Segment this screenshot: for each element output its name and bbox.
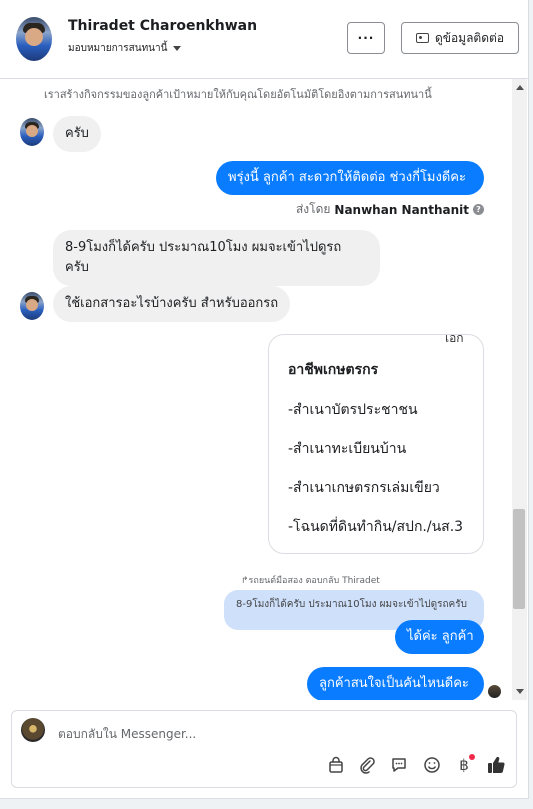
outgoing-message[interactable]: พรุ่งนี้ ลูกค้า สะดวกให้ติดต่อ ช่วงกี่โม… <box>216 161 484 195</box>
incoming-message[interactable]: ใช้เอกสารอะไรบ้างครับ สำหรับออกรถ <box>53 286 291 322</box>
contact-card-icon <box>415 33 429 43</box>
reply-composer: ฿ <box>11 710 517 788</box>
reply-arrow-icon: ↱ <box>241 576 249 586</box>
incoming-message[interactable]: 8-9โมงก็ได้ครับ ประมาณ10โมง ผมจะเข้าไปดู… <box>53 230 380 286</box>
baht-symbol: ฿ <box>459 756 469 774</box>
contact-avatar[interactable] <box>16 17 52 61</box>
incoming-message[interactable]: ครับ <box>53 116 101 152</box>
caret-down-icon <box>173 46 182 51</box>
reply-input[interactable] <box>56 723 480 745</box>
image-title: อาชีพเกษตรกร <box>288 362 379 378</box>
message-thread: เราสร้างกิจกรรมของลูกค้าเป้าหมายให้กับคุ… <box>0 79 512 700</box>
more-options-button[interactable]: ··· <box>347 22 385 54</box>
baht-icon[interactable]: ฿ <box>453 754 475 776</box>
image-line: -สำเนาบัตรประชาชน <box>288 402 418 418</box>
contact-name[interactable]: Thiradet Charoenkhwan <box>68 18 257 34</box>
sender-avatar[interactable] <box>20 292 44 320</box>
image-line: -สำเนาทะเบียนบ้าน <box>288 441 407 457</box>
scroll-up-arrow-icon[interactable] <box>516 85 524 90</box>
sent-by-info: ส่งโดย Nanwhan Nanthanit ? <box>296 200 484 219</box>
reply-context-note: ↱รถยนต์มือสอง ตอบกลับ Thiradet <box>241 576 380 586</box>
view-contact-info-button[interactable]: ดูข้อมูลติดต่อ <box>401 22 519 54</box>
seen-indicator-avatar <box>487 684 502 699</box>
image-attachment[interactable]: เอก อาชีพเกษตรกร -สำเนาบัตรประชาชน -สำเน… <box>268 334 484 554</box>
conversation-header: Thiradet Charoenkhwan มอบหมายการสนทนานี้… <box>0 0 528 79</box>
image-cut-text: เอก <box>445 334 464 345</box>
view-contact-info-label: ดูข้อมูลติดต่อ <box>434 30 505 45</box>
like-icon[interactable] <box>485 754 507 776</box>
outgoing-message[interactable]: ลูกค้าสนใจเป็นคันไหนดีคะ <box>307 667 484 700</box>
bag-icon[interactable] <box>325 754 347 776</box>
paperclip-icon[interactable] <box>356 754 378 776</box>
sent-by-prefix: ส่งโดย <box>295 202 331 216</box>
sender-avatar[interactable] <box>20 118 44 146</box>
image-line: -โฉนดที่ดินทำกิน/สปก./นส.3 <box>288 519 464 535</box>
conversation-panel: Thiradet Charoenkhwan มอบหมายการสนทนานี้… <box>0 0 529 799</box>
message-scrollbar[interactable] <box>512 79 527 700</box>
scroll-down-arrow-icon[interactable] <box>516 689 524 694</box>
outgoing-message[interactable]: ได้ค่ะ ลูกค้า <box>395 620 484 654</box>
emoji-icon[interactable] <box>421 754 443 776</box>
sent-by-name: Nanwhan Nanthanit <box>334 202 469 217</box>
image-line: -สำเนาเกษตรกรเล่มเขียว <box>288 480 440 496</box>
system-note: เราสร้างกิจกรรมของลูกค้าเป้าหมายให้กับคุ… <box>44 88 432 101</box>
scroll-thumb[interactable] <box>513 509 525 609</box>
help-icon[interactable]: ? <box>473 204 484 215</box>
notification-dot <box>469 754 475 760</box>
assign-label: มอบหมายการสนทนานี้ <box>68 43 168 54</box>
page-avatar <box>21 718 45 742</box>
assign-conversation-dropdown[interactable]: มอบหมายการสนทนานี้ <box>68 41 182 56</box>
saved-reply-icon[interactable] <box>388 754 410 776</box>
